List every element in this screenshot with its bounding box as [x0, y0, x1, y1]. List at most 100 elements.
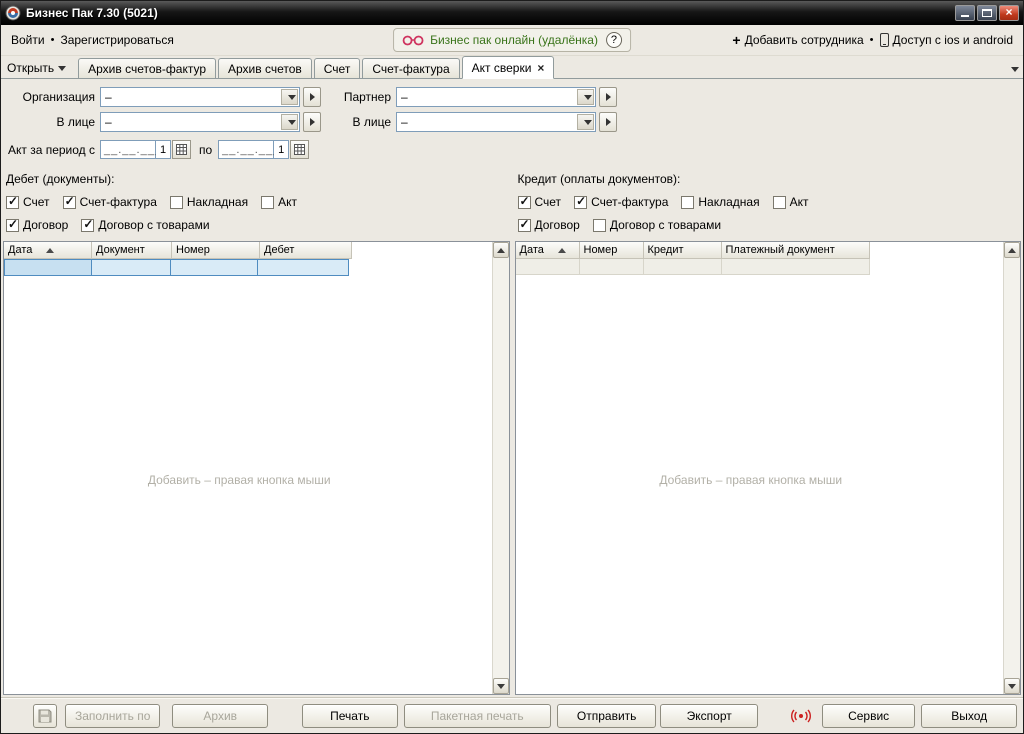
print-button[interactable]: Печать — [302, 703, 398, 728]
login-link[interactable]: Войти — [11, 33, 45, 47]
date-from-day[interactable]: 1 — [156, 140, 171, 159]
checkbox-dogovor-tovary[interactable]: Договор с товарами — [592, 218, 721, 232]
mobile-access-link[interactable]: Доступ с ios и android — [893, 33, 1013, 47]
credit-checks-row2: Договор Договор с товарами — [517, 217, 1022, 232]
cell[interactable] — [579, 259, 644, 275]
cell[interactable] — [643, 259, 722, 275]
scroll-down-button[interactable] — [492, 678, 509, 694]
dropdown-button[interactable] — [281, 114, 298, 130]
dropdown-button[interactable] — [577, 89, 594, 105]
online-link[interactable]: Бизнес пак онлайн (удалёнка) — [430, 33, 598, 47]
cell[interactable] — [515, 259, 580, 275]
org-person-reference-button[interactable] — [303, 112, 321, 132]
organization-combobox[interactable]: – — [100, 87, 300, 107]
help-button[interactable]: ? — [605, 32, 622, 48]
close-tab-icon[interactable]: × — [537, 61, 544, 75]
checkbox-schet[interactable]: Счет — [6, 194, 50, 209]
date-from-input[interactable]: __.__.____ — [100, 140, 168, 159]
dropdown-button[interactable] — [577, 114, 594, 130]
send-button[interactable]: Отправить — [556, 703, 657, 728]
add-employee-link[interactable]: Добавить сотрудника — [745, 33, 864, 47]
empty-row[interactable] — [515, 259, 1004, 275]
org-person-label: В лице — [56, 115, 95, 129]
tab-invoice-facture-archive[interactable]: Архив счетов-фактур — [78, 58, 216, 78]
fill-by-button[interactable]: Заполнить по — [64, 703, 161, 728]
checkbox-nakladnaya[interactable]: Накладная — [169, 195, 248, 209]
period-to-label: по — [199, 142, 213, 157]
export-button[interactable]: Экспорт — [660, 703, 758, 728]
column-header-payment-doc[interactable]: Платежный документ — [721, 242, 870, 259]
scroll-up-button[interactable] — [1004, 242, 1020, 258]
cell[interactable] — [4, 259, 92, 276]
calendar-button[interactable] — [172, 140, 191, 159]
credit-table-header: Дата Номер Кредит Платежный документ — [515, 242, 1004, 259]
maximize-button[interactable] — [977, 5, 997, 21]
debit-title: Дебет (документы): — [6, 172, 115, 186]
organization-reference-button[interactable] — [303, 87, 321, 107]
dropdown-button[interactable] — [281, 89, 298, 105]
debit-list[interactable]: Дата Документ Номер Дебет Добавить – пра… — [3, 241, 510, 695]
archive-button[interactable]: Архив — [172, 703, 269, 728]
partner-person-reference-button[interactable] — [599, 112, 617, 132]
column-header-document[interactable]: Документ — [92, 242, 172, 259]
exit-button[interactable]: Выход — [921, 703, 1017, 728]
cell[interactable] — [91, 259, 171, 276]
column-header-debit[interactable]: Дебет — [260, 242, 352, 259]
cell[interactable] — [257, 259, 349, 276]
scroll-up-button[interactable] — [492, 242, 509, 258]
calendar-button[interactable] — [290, 140, 310, 159]
tab-invoice-facture[interactable]: Счет-фактура — [362, 58, 460, 78]
app-icon[interactable] — [5, 5, 21, 21]
partner-combobox[interactable]: – — [396, 87, 596, 107]
signal-button[interactable] — [786, 704, 816, 728]
partner-person-value: – — [401, 115, 408, 129]
partner-reference-button[interactable] — [599, 87, 617, 107]
column-header-date[interactable]: Дата — [515, 242, 580, 259]
debit-grid: Дата Документ Номер Дебет Добавить – пра… — [4, 242, 492, 694]
checkbox-dogovor[interactable]: Договор — [6, 217, 68, 232]
checkbox-schet[interactable]: Счет — [517, 194, 561, 209]
credit-scrollbar[interactable] — [1003, 242, 1020, 694]
checkbox-akt[interactable]: Акт — [261, 195, 297, 209]
cell[interactable] — [170, 259, 258, 276]
date-to-day[interactable]: 1 — [274, 140, 290, 159]
arrow-up-icon — [1008, 247, 1016, 253]
close-button[interactable] — [999, 5, 1019, 21]
sort-ascending-icon — [557, 247, 566, 253]
org-person-combobox[interactable]: – — [100, 112, 300, 132]
checkbox-label: Акт — [278, 195, 297, 209]
scroll-down-button[interactable] — [1004, 678, 1020, 694]
column-header-credit[interactable]: Кредит — [643, 242, 722, 259]
selected-empty-row[interactable] — [4, 259, 492, 276]
column-header-number[interactable]: Номер — [579, 242, 644, 259]
open-menu-button[interactable]: Открыть — [7, 61, 67, 75]
checkbox-nakladnaya[interactable]: Накладная — [681, 195, 760, 209]
tab-invoice[interactable]: Счет — [313, 58, 361, 78]
checkbox-schet-faktura[interactable]: Счет-фактура — [574, 194, 668, 209]
checkbox-schet-faktura[interactable]: Счет-фактура — [62, 194, 157, 209]
tab-list-dropdown-icon[interactable] — [1011, 67, 1019, 72]
column-header-number[interactable]: Номер — [172, 242, 260, 259]
credit-list[interactable]: Дата Номер Кредит Платежный документ Доб… — [514, 241, 1021, 695]
save-button[interactable] — [33, 703, 57, 728]
tab-reconciliation-act[interactable]: Акт сверки × — [461, 56, 555, 79]
batch-print-button[interactable]: Пакетная печать — [403, 703, 551, 728]
calendar-grid-icon — [294, 144, 306, 155]
cell[interactable] — [721, 259, 870, 275]
register-link[interactable]: Зарегистрироваться — [60, 33, 173, 47]
minimize-button[interactable] — [955, 5, 975, 21]
date-to-group: __.__.____ 1 — [218, 140, 310, 159]
checkbox-dogovor[interactable]: Договор — [517, 217, 580, 232]
service-button[interactable]: Сервис — [821, 703, 916, 728]
column-header-date[interactable]: Дата — [4, 242, 92, 259]
form-row-organization: Организация – Партнер – — [7, 87, 1023, 107]
tab-invoice-archive[interactable]: Архив счетов — [218, 58, 312, 78]
date-to-input[interactable]: __.__.____ — [218, 140, 286, 159]
credit-grid: Дата Номер Кредит Платежный документ Доб… — [515, 242, 1004, 694]
checkbox-akt[interactable]: Акт — [772, 195, 808, 209]
checkbox-dogovor-tovary[interactable]: Договор с товарами — [81, 217, 210, 232]
phone-icon — [879, 33, 889, 47]
debit-scrollbar[interactable] — [491, 242, 509, 694]
column-label: Дата — [519, 244, 544, 256]
partner-person-combobox[interactable]: – — [396, 112, 596, 132]
